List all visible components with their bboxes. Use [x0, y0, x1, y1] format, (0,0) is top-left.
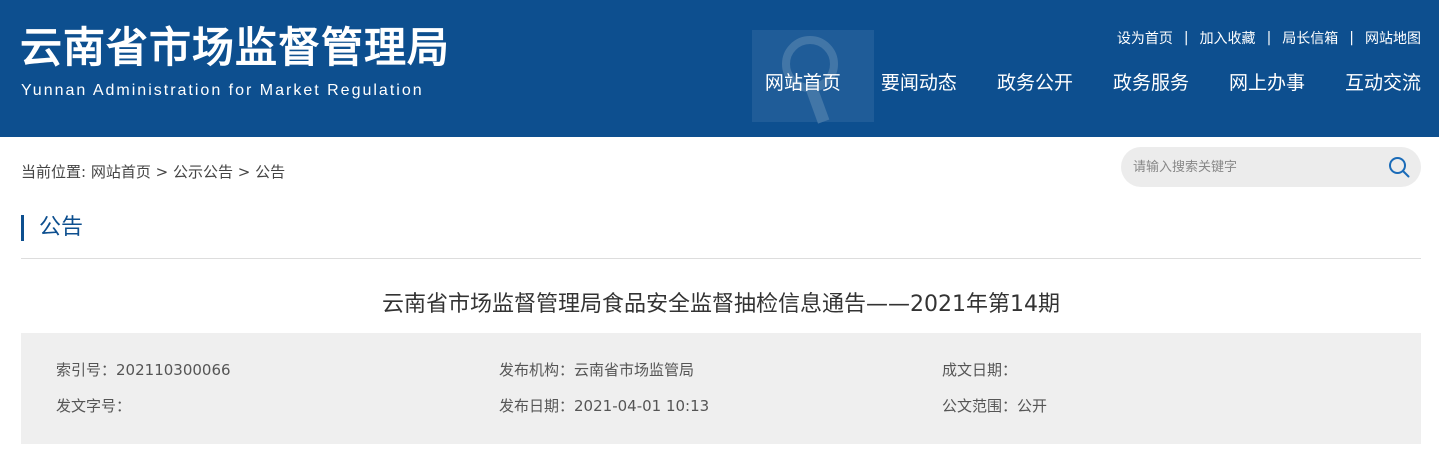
meta-value: 2021-04-01 10:13 [574, 397, 710, 415]
nav-item-gov-affairs[interactable]: 政务公开 [997, 66, 1073, 100]
meta-value: 202110300066 [116, 361, 231, 379]
meta-label: 发文字号： [56, 397, 132, 415]
article-meta-panel: 索引号：202110300066 发布机构：云南省市场监管局 成文日期： 发文字… [21, 333, 1421, 444]
breadcrumb-notices[interactable]: 公示公告 [173, 163, 233, 181]
article-title: 云南省市场监督管理局食品安全监督抽检信息通告——2021年第14期 [382, 292, 1060, 317]
nav-item-interaction[interactable]: 互动交流 [1345, 66, 1421, 100]
sitemap-link[interactable]: 网站地图 [1365, 28, 1421, 48]
meta-publishing-org: 发布机构：云南省市场监管局 [499, 360, 694, 380]
meta-publish-date: 发布日期：2021-04-01 10:13 [499, 396, 709, 416]
section-title: 公告 [21, 215, 83, 241]
meta-label: 成文日期： [942, 361, 1018, 379]
site-header: 云南省市场监督管理局 Yunnan Administration for Mar… [0, 0, 1439, 137]
meta-document-number: 发文字号： [56, 396, 131, 416]
meta-label: 发布机构： [499, 361, 575, 379]
top-link-separator: | [1183, 30, 1189, 46]
meta-value: 公开 [1017, 397, 1048, 415]
site-logo-subtitle: Yunnan Administration for Market Regulat… [21, 82, 424, 99]
breadcrumb-prefix: 当前位置: [21, 163, 87, 181]
search-input[interactable] [1133, 147, 1383, 187]
nav-item-online-services[interactable]: 网上办事 [1229, 66, 1305, 100]
director-mailbox-link[interactable]: 局长信箱 [1282, 28, 1338, 48]
site-logo-title[interactable]: 云南省市场监督管理局 [20, 22, 450, 74]
set-homepage-link[interactable]: 设为首页 [1117, 28, 1173, 48]
meta-value: 云南省市场监管局 [574, 361, 695, 379]
breadcrumb: 当前位置: 网站首页 > 公示公告 > 公告 [21, 162, 285, 182]
breadcrumb-announcement[interactable]: 公告 [255, 163, 285, 181]
top-links: 设为首页 | 加入收藏 | 局长信箱 | 网站地图 [1117, 28, 1421, 48]
add-favorite-link[interactable]: 加入收藏 [1200, 28, 1256, 48]
top-link-separator: | [1266, 30, 1272, 46]
main-nav: 网站首页 要闻动态 政务公开 政务服务 网上办事 互动交流 [765, 66, 1421, 100]
breadcrumb-separator: > [155, 163, 169, 181]
meta-label: 索引号： [56, 361, 117, 379]
meta-label: 公文范围： [942, 397, 1018, 415]
nav-item-gov-services[interactable]: 政务服务 [1113, 66, 1189, 100]
meta-index-number: 索引号：202110300066 [56, 360, 231, 380]
meta-document-scope: 公文范围：公开 [942, 396, 1047, 416]
divider [21, 258, 1421, 259]
meta-label: 发布日期： [499, 397, 575, 415]
breadcrumb-home[interactable]: 网站首页 [91, 163, 151, 181]
top-link-separator: | [1349, 30, 1354, 46]
search-box [1121, 147, 1421, 187]
meta-written-date: 成文日期： [942, 360, 1017, 380]
search-icon[interactable] [1387, 155, 1411, 179]
nav-item-home[interactable]: 网站首页 [765, 66, 841, 100]
breadcrumb-separator: > [237, 163, 251, 181]
nav-item-news[interactable]: 要闻动态 [881, 66, 957, 100]
